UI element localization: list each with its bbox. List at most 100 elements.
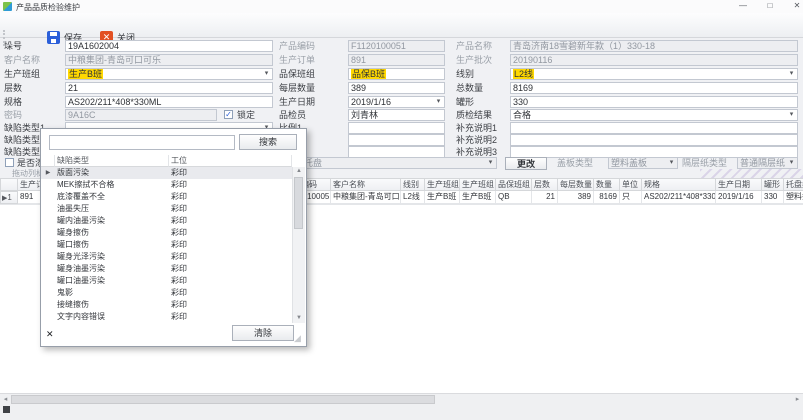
- production-date-label: 生产日期: [279, 97, 315, 108]
- grid-column-header[interactable]: 托盘类型: [784, 178, 803, 191]
- dropdown-arrow-icon[interactable]: ▾: [786, 110, 797, 120]
- grid-column-header[interactable]: 数量: [594, 178, 620, 191]
- can-shape-label: 罐形: [456, 97, 474, 108]
- layers-label: 层数: [4, 83, 22, 94]
- defect-row[interactable]: 文字内容错误彩印: [41, 311, 292, 323]
- add-flag-checkbox[interactable]: [5, 158, 14, 167]
- defect-type-cell: 罐身擦伤: [55, 227, 169, 239]
- focused-row-arrow-icon: [41, 287, 55, 299]
- cover-type-combo: 塑料盖板 ▾: [608, 157, 678, 169]
- product-code-label: 产品编码: [279, 41, 315, 52]
- window-close-button[interactable]: ✕: [787, 0, 803, 12]
- focused-row-arrow-icon: [41, 239, 55, 251]
- maximize-button[interactable]: □: [760, 0, 780, 12]
- grid-cell: 生产B班: [425, 191, 460, 204]
- grid-column-header[interactable]: 生产日期: [716, 178, 762, 191]
- grid-indicator-header: [0, 178, 18, 191]
- scroll-up-icon[interactable]: ▲: [293, 167, 305, 176]
- save-icon: [47, 31, 60, 44]
- lock-checkbox[interactable]: ✓: [224, 110, 233, 119]
- defect-station-cell: 彩印: [169, 263, 292, 275]
- grid-column-header[interactable]: 线别: [401, 178, 425, 191]
- grid-column-header[interactable]: 层数: [532, 178, 558, 191]
- grid-column-header[interactable]: 品保班组: [496, 178, 532, 191]
- spec-label: 规格: [4, 97, 22, 108]
- scrollbar-thumb[interactable]: [11, 395, 435, 404]
- grid-column-header[interactable]: 罐形: [762, 178, 784, 191]
- dropdown-arrow-icon[interactable]: ▾: [786, 69, 797, 79]
- defect-station-cell: 彩印: [169, 287, 292, 299]
- grid-column-header[interactable]: 每层数量: [558, 178, 594, 191]
- grid-cell: 中粮集团-青岛可口可乐: [331, 191, 401, 204]
- product-name-field: 青岛济南18雪碧新年款（1）330-18: [510, 40, 798, 52]
- row-number: 1: [7, 193, 11, 202]
- defect-type-cell: 罐身油墨污染: [55, 263, 169, 275]
- result-combo[interactable]: 合格 ▾: [510, 109, 798, 121]
- popup-resize-grip-icon[interactable]: ◢: [294, 333, 301, 344]
- grid-column-header[interactable]: 生产班组: [460, 178, 496, 191]
- production-date-value: 2019/1/16: [351, 97, 391, 107]
- dropdown-arrow-icon[interactable]: ▾: [433, 97, 444, 107]
- defect-station-cell: 彩印: [169, 239, 292, 251]
- scroll-down-icon[interactable]: ▼: [293, 314, 305, 323]
- ratio2-field[interactable]: [348, 134, 445, 146]
- change-button[interactable]: 更改: [505, 157, 547, 170]
- grid-column-header[interactable]: 规格: [642, 178, 716, 191]
- qa-team-field[interactable]: 品保B班: [348, 68, 445, 80]
- production-date-combo[interactable]: 2019/1/16 ▾: [348, 96, 445, 108]
- layers-field[interactable]: 21: [65, 82, 273, 94]
- total-qty-field[interactable]: 8169: [510, 82, 798, 94]
- search-button[interactable]: 搜索: [239, 134, 297, 150]
- grid-cell: 8169: [594, 191, 620, 204]
- defect-type-cell: 罐身光泽污染: [55, 251, 169, 263]
- defect-type-cell: 接缝擦伤: [55, 299, 169, 311]
- grid-column-header[interactable]: 客户名称: [331, 178, 401, 191]
- defect-type-column-header[interactable]: 缺陷类型: [55, 155, 169, 167]
- defect-search-input[interactable]: [49, 135, 235, 150]
- customer-name-label: 客户名称: [4, 55, 40, 66]
- defect-type-cell: 罐内油墨污染: [55, 215, 169, 227]
- defect-list-scrollbar[interactable]: ▲ ▼: [292, 167, 305, 323]
- skin-stripes-decoration: [700, 169, 803, 178]
- grid-cell: 330: [762, 191, 784, 204]
- production-team-combo[interactable]: 生产B班 ▾: [65, 68, 273, 80]
- per-layer-qty-field[interactable]: 389: [348, 82, 445, 94]
- stack-no-field[interactable]: 19A1602004: [65, 40, 273, 52]
- defect-type-cell: 罐口油墨污染: [55, 275, 169, 287]
- clear-button[interactable]: 清除: [232, 325, 294, 341]
- qa-team-value: 品保B班: [351, 69, 386, 79]
- scrollbar-thumb[interactable]: [294, 177, 303, 229]
- grid-cell: 2019/1/16: [716, 191, 762, 204]
- defect-type-cell: 鬼影: [55, 287, 169, 299]
- dropdown-arrow-icon[interactable]: ▾: [261, 69, 272, 79]
- note1-field[interactable]: [510, 122, 798, 134]
- inspector-field[interactable]: 刘青林: [348, 109, 445, 121]
- minimize-button[interactable]: —: [733, 0, 753, 12]
- grid-column-header[interactable]: 单位: [620, 178, 642, 191]
- note2-label: 补充说明2: [456, 135, 497, 146]
- production-team-label: 生产班组: [4, 69, 40, 80]
- product-code-field: F1120100051: [348, 40, 445, 52]
- ratio1-field[interactable]: [348, 122, 445, 134]
- spec-field[interactable]: AS202/211*408*330ML: [65, 96, 273, 108]
- clear-filter-icon[interactable]: ✕: [46, 329, 54, 340]
- defect-type-cell: 罐口擦伤: [55, 239, 169, 251]
- grid-cell: 生产B班: [460, 191, 496, 204]
- lock-label: 锁定: [237, 110, 255, 121]
- defect-type-cell: 文字内容错误: [55, 311, 169, 323]
- grid-column-header[interactable]: 生产班组: [425, 178, 460, 191]
- production-batch-label: 生产批次: [456, 55, 492, 66]
- defect-station-cell: 彩印: [169, 167, 292, 179]
- line-combo[interactable]: L2线 ▾: [510, 68, 798, 80]
- title-bar: 产品品质检验维护 — □ ✕: [0, 0, 803, 14]
- cover-type-value: 塑料盖板: [611, 158, 647, 168]
- production-order-label: 生产订单: [279, 55, 315, 66]
- can-shape-field[interactable]: 330: [510, 96, 798, 108]
- focused-row-arrow-icon: [41, 311, 55, 323]
- note2-field[interactable]: [510, 134, 798, 146]
- focused-row-arrow-icon: [41, 203, 55, 215]
- app-window: { "colors": { "highlight": "#ffd800", "s…: [0, 0, 803, 420]
- defect-type-cell: 版面污染: [55, 167, 169, 179]
- station-column-header[interactable]: 工位: [169, 155, 292, 167]
- focused-row-arrow-icon: [41, 227, 55, 239]
